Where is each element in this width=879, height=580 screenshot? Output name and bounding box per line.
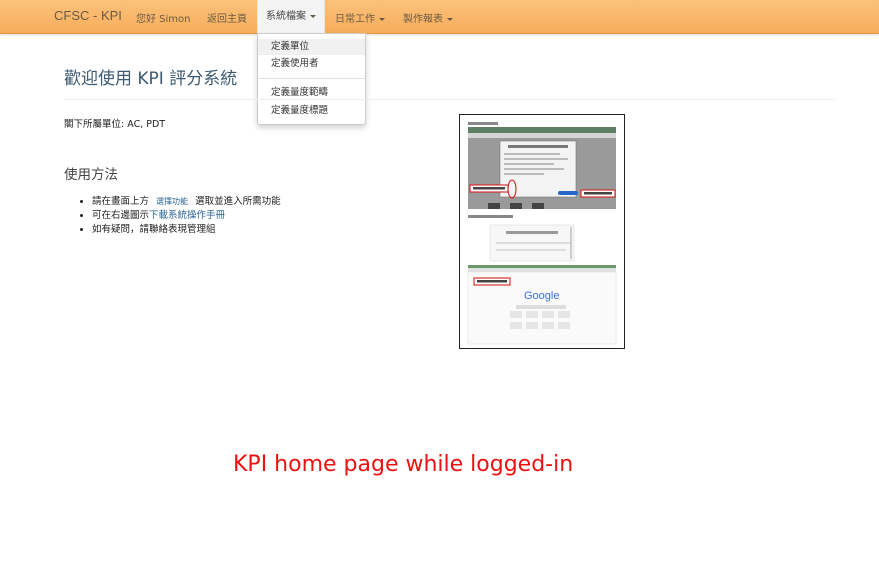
usage-list: 請在畫面上方 選擇功能 選取並進入所需功能 可在右邊圖示下載系統操作手冊 如有疑… [80,195,281,237]
google-logo-text: Google [524,290,559,302]
unit-label: 閣下所屬單位: [64,119,125,130]
menu-system-files-label: 系統檔案 [266,11,306,22]
manual-thumbnail-image[interactable]: Google [459,114,625,349]
caret-down-icon [310,14,316,18]
greeting-link[interactable]: 您好 Simon [136,10,191,25]
unit-info: 閣下所屬單位: AC, PDT [64,116,165,130]
manual-thumbnail-graphic: Google [460,115,624,348]
dropdown-item-define-user[interactable]: 定義使用者 [258,56,365,72]
dropdown-item-define-unit[interactable]: 定義單位 [258,39,365,55]
usage-item: 可在右邊圖示下載系統操作手冊 [92,209,281,223]
brand-link[interactable]: CFSC - KPI [54,8,122,23]
menu-system-files[interactable]: 系統檔案 [257,0,325,33]
menu-reports-label: 製作報表 [403,14,443,25]
menu-daily-work-label: 日常工作 [335,14,375,25]
dropdown-item-define-measure-title[interactable]: 定義量度標題 [258,103,365,119]
usage-heading: 使用方法 [64,167,118,183]
back-home-link[interactable]: 返回主頁 [207,10,247,25]
caption-text: KPI home page while logged-in [233,452,574,477]
usage-item1-prefix: 請在畫面上方 [92,196,150,207]
usage-item: 請在畫面上方 選擇功能 選取並進入所需功能 [92,195,281,209]
title-divider [64,99,835,100]
menu-daily-work[interactable]: 日常工作 [335,10,385,25]
menu-reports[interactable]: 製作報表 [403,10,453,25]
unit-value: AC, PDT [127,119,166,130]
dropdown-divider [258,78,365,79]
usage-item1-suffix: 選取並進入所需功能 [195,196,281,207]
select-function-link[interactable]: 選擇功能 [156,197,188,206]
download-manual-link[interactable]: 下載系統操作手冊 [149,210,225,221]
page-title: 歡迎使用 KPI 評分系統 [64,69,238,89]
caret-down-icon [379,17,385,21]
usage-item: 如有疑問，請聯絡表現管理組 [92,223,281,237]
caret-down-icon [447,17,453,21]
system-files-dropdown: 定義單位 定義使用者 定義量度範疇 定義量度標題 [257,33,366,125]
top-navbar: CFSC - KPI 您好 Simon 返回主頁 系統檔案 日常工作 製作報表 [0,0,879,34]
usage-item2-prefix: 可在右邊圖示 [92,210,150,221]
